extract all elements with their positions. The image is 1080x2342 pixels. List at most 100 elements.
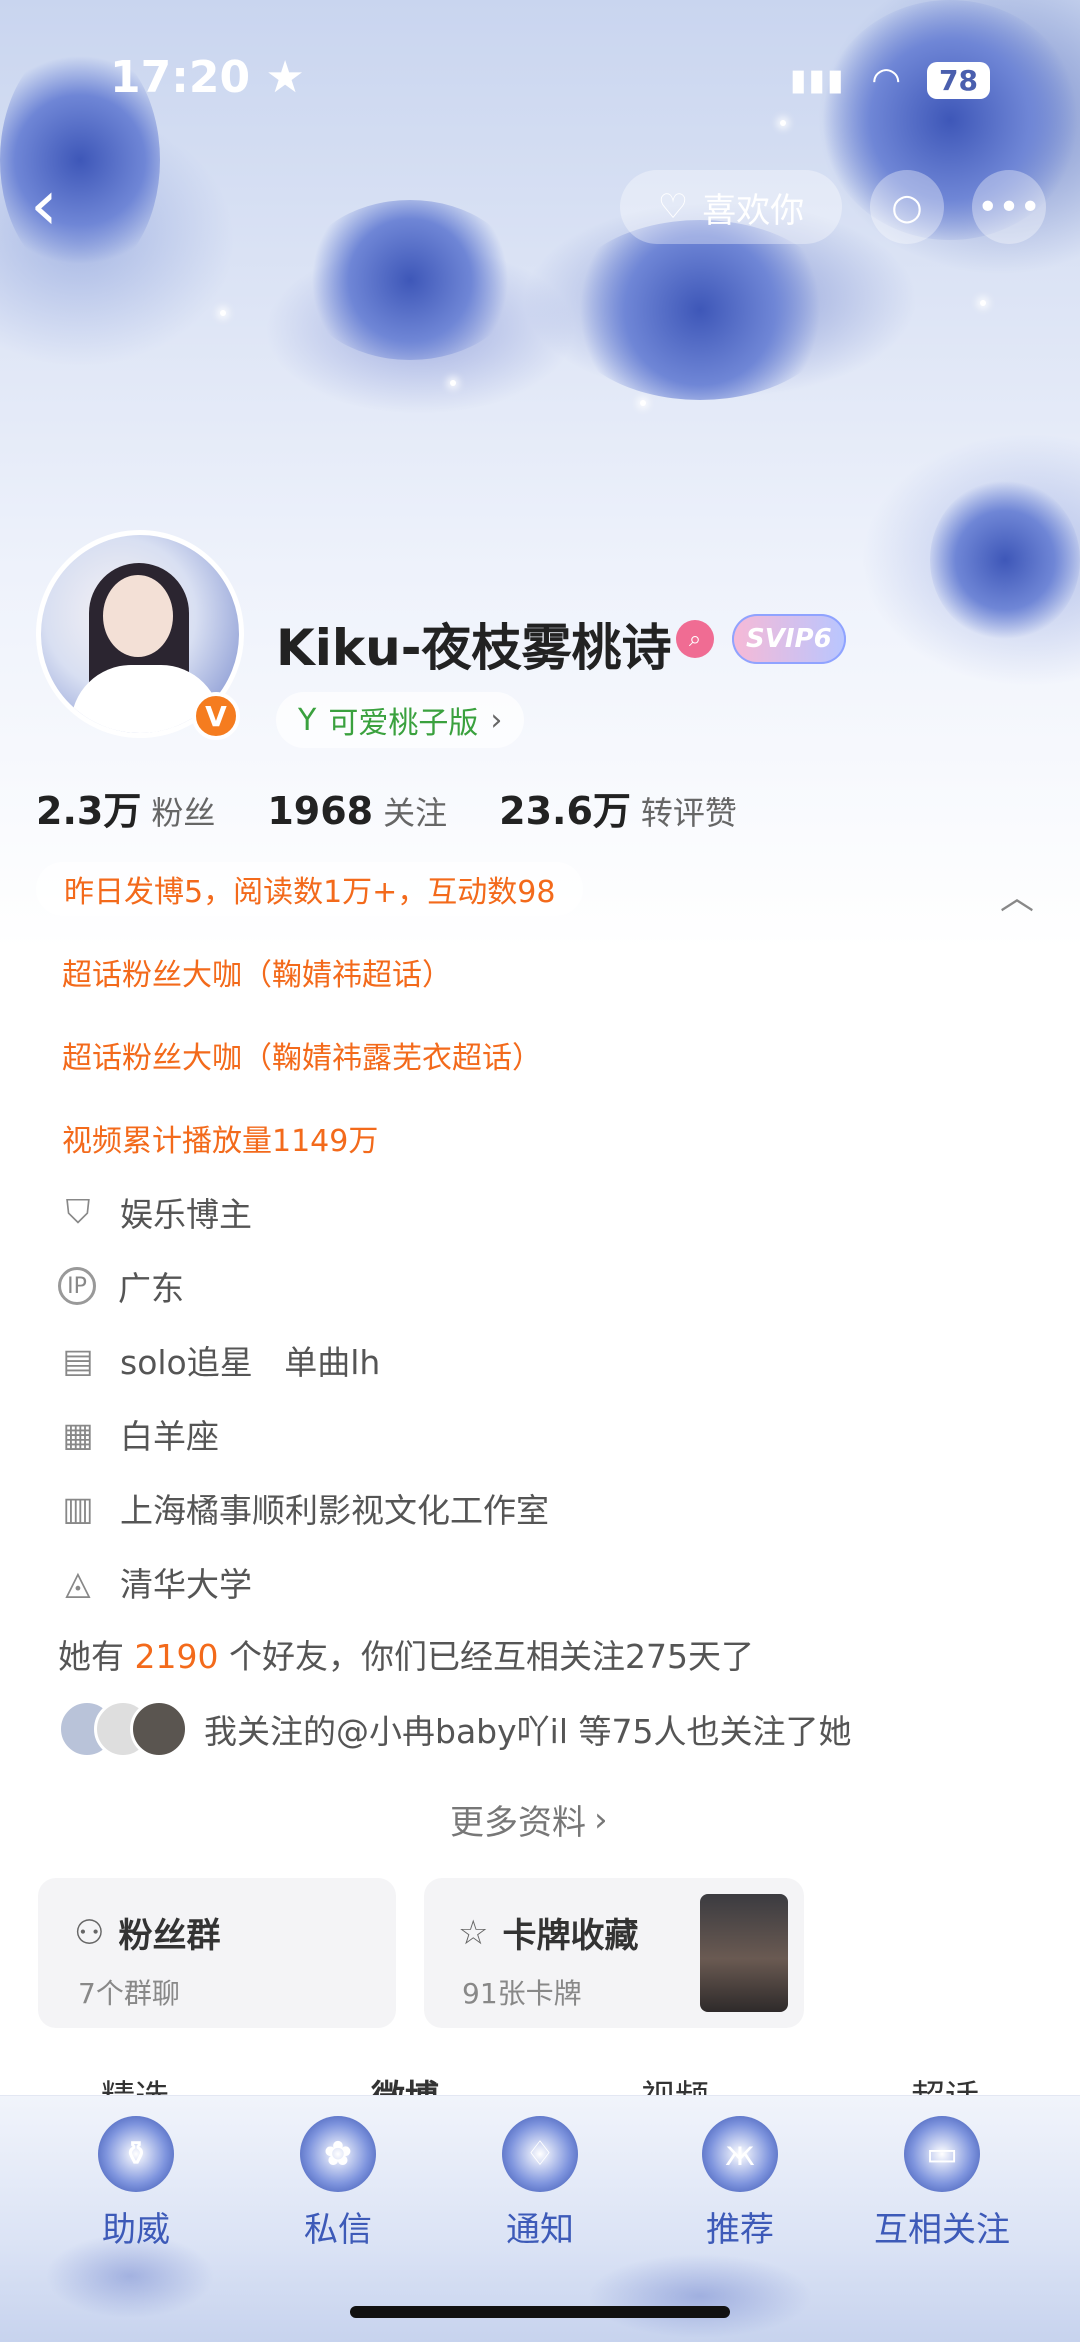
- sparkle-decoration: [780, 120, 786, 126]
- chevron-right-icon: ›: [594, 1799, 608, 1840]
- stat-value: 23.6万: [499, 789, 631, 833]
- status-time-text: 17:20: [110, 52, 251, 103]
- fan-group-subtitle: 7个群聊: [78, 1977, 180, 2010]
- sparkle-decoration: [450, 380, 456, 386]
- flower-icon: ✿: [300, 2116, 376, 2192]
- stat-interactions[interactable]: 23.6万 转评赞: [499, 780, 737, 835]
- document-icon: ▤: [62, 1340, 94, 1380]
- info-text: 白羊座: [120, 1417, 219, 1456]
- back-button[interactable]: ‹: [30, 170, 90, 240]
- friends-count[interactable]: 2190: [135, 1637, 219, 1676]
- more-dots-icon: •••: [977, 186, 1041, 228]
- search-button[interactable]: ○: [870, 170, 944, 244]
- nav-notifications[interactable]: ♢ 通知: [460, 2116, 620, 2251]
- info-text: 广东: [118, 1269, 184, 1308]
- username: Kiku-夜枝雾桃诗: [276, 619, 672, 677]
- card-star-icon: ☆: [458, 1912, 489, 1953]
- nav-messages[interactable]: ✿ 私信: [258, 2116, 418, 2251]
- nav-label: 私信: [304, 2210, 372, 2250]
- sparkle-decoration: [640, 400, 646, 406]
- company-building-icon: ▥: [62, 1488, 94, 1528]
- sparkle-decoration: [980, 300, 986, 306]
- chevron-right-icon: ›: [490, 702, 503, 738]
- cocktail-icon: Y: [298, 702, 317, 738]
- highlight-line[interactable]: 超话粉丝大咖（鞠婧祎超话）: [62, 950, 452, 994]
- peach-icon: ♡: [657, 187, 689, 227]
- highlight-line[interactable]: 超话粉丝大咖（鞠婧祎露芜衣超话）: [62, 1033, 542, 1077]
- friends-prefix: 她有: [58, 1637, 124, 1676]
- mutual-text: 我关注的@小冉baby吖il 等75人也关注了她: [204, 1712, 852, 1751]
- vase-icon: ⚱: [98, 2116, 174, 2192]
- card-title-text: 粉丝群: [118, 1916, 221, 1956]
- stat-label: 关注: [383, 794, 448, 832]
- stat-value: 2.3万: [36, 789, 142, 833]
- nav-mutual-follow[interactable]: ▭ 互相关注: [862, 2116, 1022, 2251]
- calendar-icon: ▦: [62, 1414, 94, 1454]
- super-topic-badge-icon[interactable]: ⌕: [676, 620, 714, 658]
- signal-icon: ▮▮▮: [789, 62, 846, 98]
- info-row-location: IP 广东: [58, 1262, 184, 1310]
- like-button[interactable]: ♡ 喜欢你: [620, 170, 842, 244]
- battery-icon: 78: [927, 61, 990, 99]
- cover-flower-decoration: [300, 200, 520, 360]
- sparkle-decoration: [220, 310, 226, 316]
- info-text: 清华大学: [120, 1565, 252, 1604]
- nav-label: 互相关注: [874, 2210, 1010, 2250]
- info-text: 上海橘事顺利影视文化工作室: [120, 1491, 549, 1530]
- verified-badge: V: [192, 692, 240, 740]
- mutual-followers[interactable]: 我关注的@小冉baby吖il 等75人也关注了她: [58, 1700, 851, 1758]
- svip-badge[interactable]: SVIP6: [732, 614, 846, 664]
- status-time: 17:20 ★: [110, 52, 305, 103]
- info-row-company: ▥ 上海橘事顺利影视文化工作室: [58, 1484, 549, 1532]
- friends-suffix: 个好友，你们已经互相关注275天了: [228, 1637, 754, 1676]
- info-row-zodiac: ▦ 白羊座: [58, 1410, 219, 1458]
- more-info-link[interactable]: 更多资料 ›: [450, 1795, 608, 1844]
- info-text: 娱乐博主: [120, 1195, 252, 1234]
- nav-cheer[interactable]: ⚱ 助威: [56, 2116, 216, 2251]
- more-info-label: 更多资料: [450, 1803, 586, 1843]
- stat-following[interactable]: 1968 关注: [267, 788, 447, 834]
- cover-flower-decoration: [560, 220, 840, 400]
- fan-group-title: ⚇ 粉丝群: [74, 1908, 220, 1957]
- fan-group-card[interactable]: ⚇ 粉丝群 7个群聊: [38, 1878, 396, 2028]
- highlight-line: 视频累计播放量1149万: [62, 1124, 379, 1159]
- stat-label: 转评赞: [640, 794, 737, 832]
- stat-value: 1968: [267, 789, 374, 833]
- status-indicators: ▮▮▮ ◠ 78: [790, 60, 990, 100]
- avatar: [130, 1700, 188, 1758]
- chevron-up-icon[interactable]: ︿: [1000, 870, 1040, 918]
- card-title-text: 卡牌收藏: [502, 1916, 639, 1956]
- wifi-icon: ◠: [871, 60, 902, 100]
- card-collection-title: ☆ 卡牌收藏: [458, 1908, 638, 1957]
- nav-label: 通知: [506, 2210, 574, 2250]
- group-users-icon: ⚇: [74, 1912, 105, 1953]
- friends-summary: 她有 2190 个好友，你们已经互相关注275天了: [58, 1630, 754, 1678]
- star-icon: ★: [265, 52, 305, 103]
- book-icon: ▭: [904, 2116, 980, 2192]
- nav-recommend[interactable]: ж 推荐: [660, 2116, 820, 2251]
- info-row-category: ⛉ 娱乐博主: [58, 1188, 252, 1236]
- info-row-school: ◬ 清华大学: [58, 1558, 252, 1606]
- nav-label: 推荐: [706, 2210, 774, 2250]
- info-row-bio: ▤ solo追星 单曲lh: [58, 1336, 380, 1384]
- like-label: 喜欢你: [702, 190, 805, 231]
- yesterday-summary: 昨日发博5，阅读数1万+，互动数98: [36, 862, 584, 916]
- pouch-icon: ♢: [502, 2116, 578, 2192]
- home-indicator[interactable]: [350, 2306, 730, 2318]
- version-label: 可爱桃子版: [328, 706, 479, 741]
- more-button[interactable]: •••: [972, 170, 1046, 244]
- card-thumbnail[interactable]: [700, 1894, 788, 2012]
- profile-stats: 2.3万 粉丝 1968 关注 23.6万 转评赞: [36, 780, 737, 835]
- butterfly-icon: ж: [702, 2116, 778, 2192]
- verified-shield-icon: ⛉: [65, 1192, 91, 1231]
- info-text: solo追星 单曲lh: [120, 1343, 381, 1382]
- search-icon: ○: [891, 186, 923, 228]
- stat-followers[interactable]: 2.3万 粉丝: [36, 780, 215, 835]
- graduation-cap-icon: ◬: [65, 1562, 91, 1602]
- avatar-face: [103, 575, 173, 657]
- bottom-navigation: ⚱ 助威 ✿ 私信 ♢ 通知 ж 推荐 ▭ 互相关注: [0, 2095, 1080, 2342]
- stat-label: 粉丝: [151, 794, 216, 832]
- version-pill[interactable]: Y 可爱桃子版 ›: [276, 692, 525, 748]
- nav-label: 助威: [102, 2210, 170, 2250]
- ip-location-icon: IP: [58, 1267, 96, 1305]
